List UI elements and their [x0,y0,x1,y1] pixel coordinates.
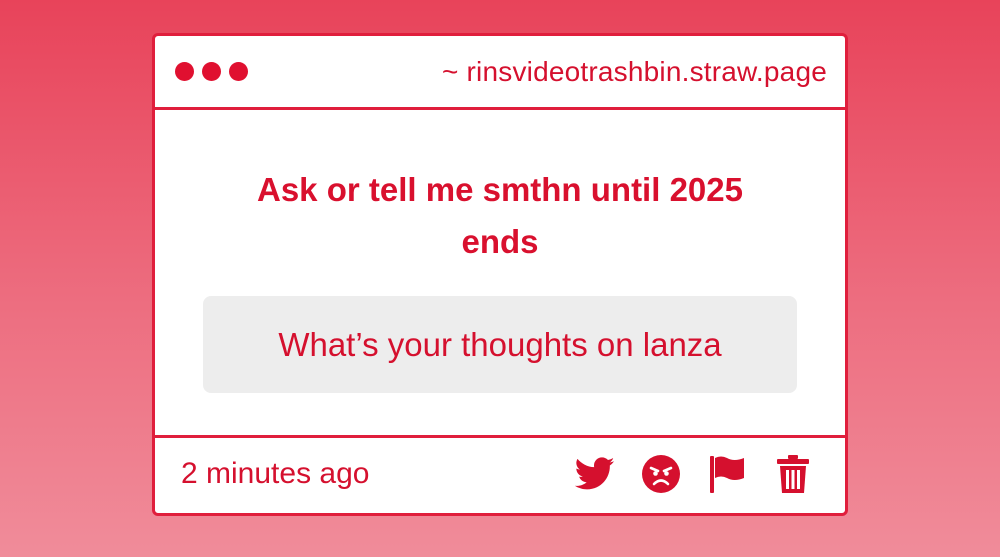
react-angry-button[interactable] [641,454,681,494]
page-url: ~ rinsvideotrashbin.straw.page [442,55,827,87]
share-twitter-button[interactable] [575,454,615,494]
flag-icon [710,456,744,493]
message-card: ~ rinsvideotrashbin.straw.page Ask or te… [152,33,848,516]
prompt-title: Ask or tell me smthn until 2025 ends [257,171,743,260]
angry-face-icon [642,455,680,493]
card-footer: 2 minutes ago [155,438,845,510]
window-titlebar: ~ rinsvideotrashbin.straw.page [155,36,845,110]
window-dot-2[interactable] [202,62,221,81]
message-box: What’s your thoughts on lanza [203,296,797,393]
window-controls [175,62,248,81]
delete-button[interactable] [773,454,813,494]
report-flag-button[interactable] [707,454,747,494]
twitter-bird-icon [575,457,615,490]
trash-icon [777,455,809,493]
message-text: What’s your thoughts on lanza [278,325,722,363]
action-bar [575,454,813,494]
window-dot-3[interactable] [229,62,248,81]
card-body: Ask or tell me smthn until 2025 ends Wha… [155,110,845,438]
timestamp: 2 minutes ago [181,457,370,490]
window-dot-1[interactable] [175,62,194,81]
